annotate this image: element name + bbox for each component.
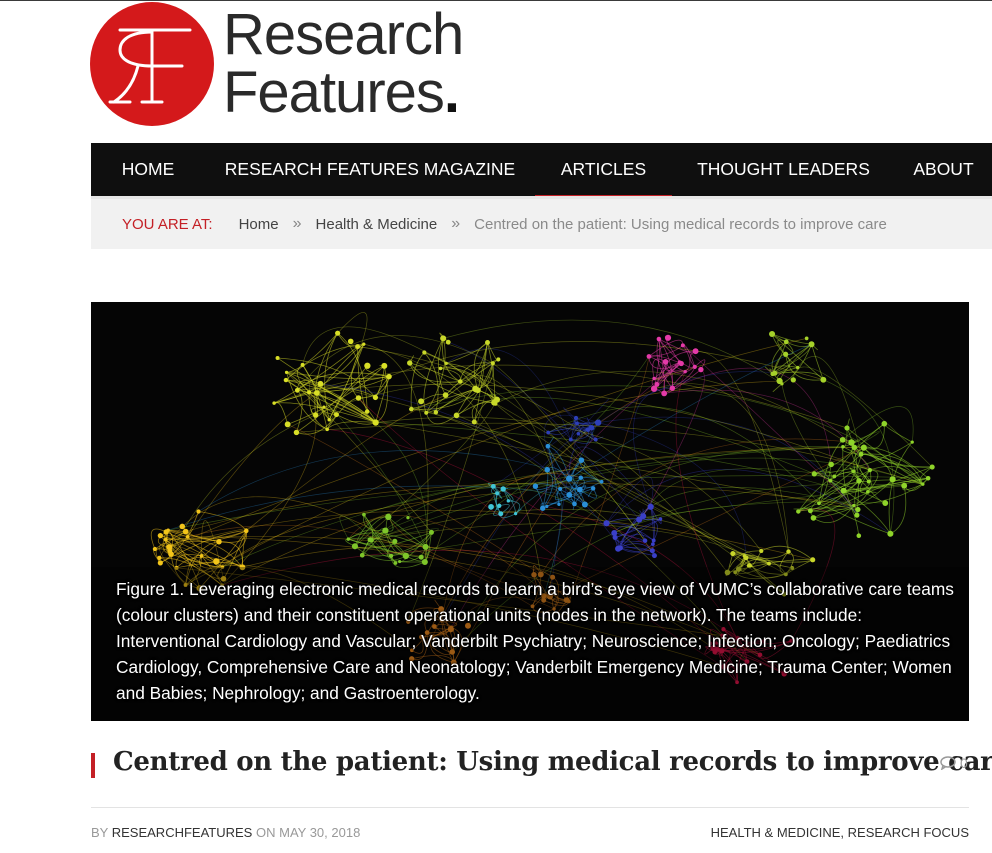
- logo-dot: .: [443, 60, 460, 125]
- logo-line-research: Research: [223, 2, 464, 67]
- nav-home[interactable]: HOME: [91, 143, 205, 196]
- breadcrumb-separator: »: [451, 215, 461, 232]
- meta-on: ON: [255, 825, 276, 840]
- comments-link[interactable]: 0: [940, 755, 968, 771]
- comment-bubble-icon: [940, 756, 956, 770]
- breadcrumb-current: Centred on the patient: Using medical re…: [474, 215, 887, 233]
- category-health-medicine[interactable]: HEALTH & MEDICINE: [711, 825, 841, 840]
- site-logo[interactable]: Research Features.: [90, 2, 480, 128]
- breadcrumb-health-medicine[interactable]: Health & Medicine: [316, 216, 438, 233]
- title-accent-bar: [91, 753, 95, 778]
- logo-line-features: Features.: [223, 64, 463, 122]
- article-meta: BY RESEARCHFEATURES ON MAY 30, 2018: [91, 825, 360, 840]
- breadcrumb-home[interactable]: Home: [239, 216, 279, 233]
- top-border: [0, 0, 992, 1]
- logo-line-features-text: Features: [223, 60, 445, 125]
- breadcrumb: YOU ARE AT: Home » Health & Medicine » C…: [91, 199, 992, 249]
- meta-by: BY: [91, 825, 109, 840]
- breadcrumb-separator: »: [292, 215, 302, 232]
- figure-caption: Figure 1. Leveraging electronic medical …: [116, 579, 954, 703]
- category-research-focus[interactable]: RESEARCH FOCUS: [848, 825, 969, 840]
- nav-research-features-magazine[interactable]: RESEARCH FEATURES MAGAZINE: [205, 143, 535, 196]
- breadcrumb-label: YOU ARE AT:: [122, 215, 213, 233]
- title-divider: [91, 807, 969, 808]
- article-categories: HEALTH & MEDICINE, RESEARCH FOCUS: [711, 825, 969, 840]
- nav-articles[interactable]: ARTICLES: [535, 143, 672, 198]
- meta-date: MAY 30, 2018: [279, 825, 361, 840]
- logo-wordmark: Research Features.: [223, 2, 464, 122]
- main-nav: HOME RESEARCH FEATURES MAGAZINE ARTICLES…: [91, 143, 992, 198]
- category-separator: ,: [840, 825, 848, 840]
- comment-count: 0: [960, 755, 968, 771]
- article-title: Centred on the patient: Using medical re…: [113, 747, 992, 777]
- meta-author-link[interactable]: RESEARCHFEATURES: [112, 825, 253, 840]
- nav-thought-leaders[interactable]: THOUGHT LEADERS: [672, 143, 895, 196]
- logo-monogram-icon: [90, 2, 214, 126]
- nav-about[interactable]: ABOUT: [895, 143, 992, 196]
- featured-image[interactable]: Figure 1. Leveraging electronic medical …: [91, 302, 969, 721]
